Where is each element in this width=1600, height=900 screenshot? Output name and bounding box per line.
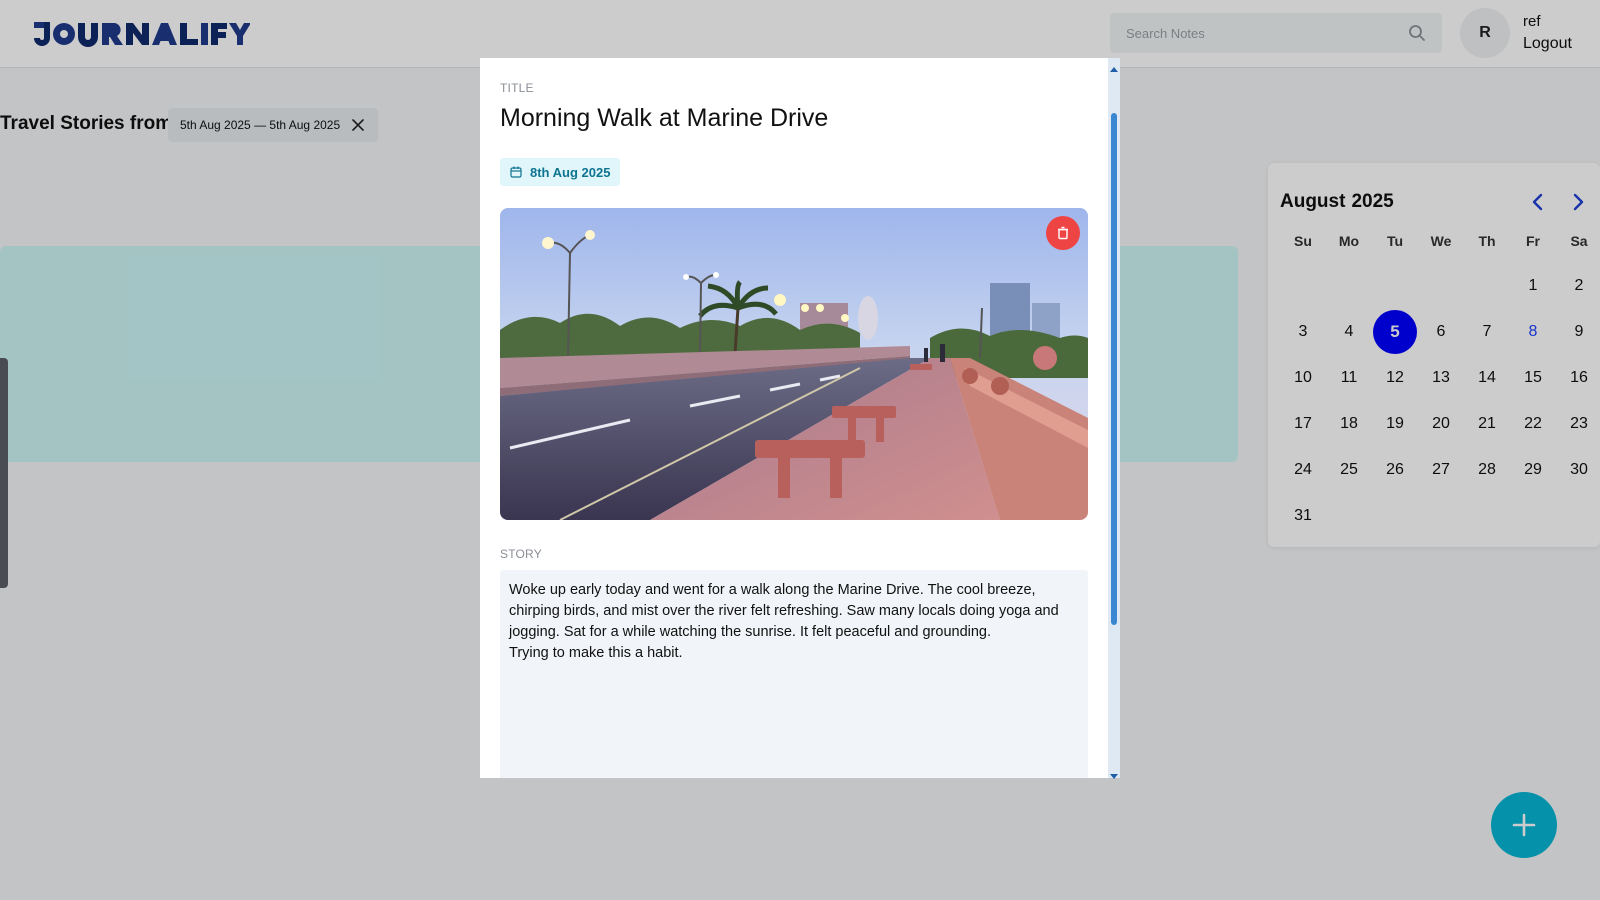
story-date: 8th Aug 2025 (530, 164, 611, 180)
calendar-icon (510, 166, 522, 178)
delete-photo-button[interactable] (1046, 216, 1080, 250)
story-label: STORY (500, 547, 542, 561)
story-modal: TITLE Morning Walk at Marine Drive 8th A… (480, 58, 1120, 778)
trash-icon (1058, 226, 1068, 240)
title-label: TITLE (500, 81, 534, 95)
scroll-thumb[interactable] (1111, 113, 1117, 625)
story-date-badge: 8th Aug 2025 (500, 158, 621, 186)
story-title: Morning Walk at Marine Drive (500, 104, 829, 132)
story-text[interactable]: Woke up early today and went for a walk … (500, 570, 1088, 778)
story-photo (500, 208, 1088, 520)
scroll-down-arrow[interactable] (1110, 768, 1118, 779)
scroll-up-arrow[interactable] (1110, 60, 1118, 72)
